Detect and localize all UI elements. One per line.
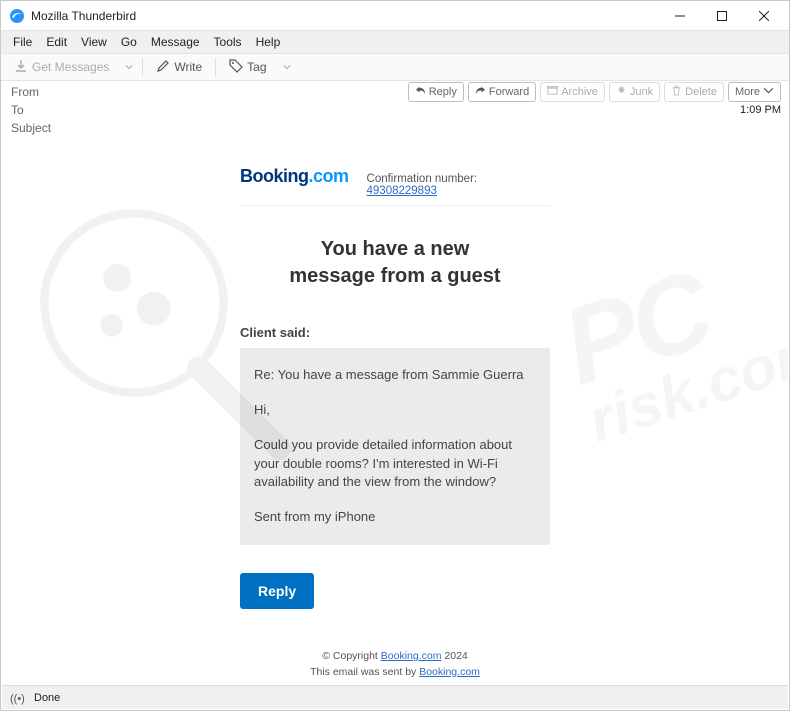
window-titlebar: Mozilla Thunderbird bbox=[1, 1, 789, 31]
email-card-header: Booking.com Confirmation number: 4930822… bbox=[240, 166, 550, 206]
write-label: Write bbox=[174, 60, 202, 74]
forward-icon bbox=[475, 85, 486, 99]
confirmation-link[interactable]: 49308229893 bbox=[367, 185, 437, 197]
guest-message-signature: Sent from my iPhone bbox=[254, 508, 536, 527]
get-messages-button[interactable]: Get Messages bbox=[7, 56, 116, 79]
archive-button[interactable]: Archive bbox=[540, 82, 605, 102]
reply-icon bbox=[415, 85, 426, 99]
message-body-pane[interactable]: PCrisk.com Booking.com Confirmation numb… bbox=[2, 151, 788, 684]
menubar: File Edit View Go Message Tools Help bbox=[1, 31, 789, 53]
download-icon bbox=[14, 59, 28, 76]
watermark-text: PCrisk.com bbox=[552, 227, 788, 449]
get-messages-dropdown[interactable] bbox=[122, 63, 136, 71]
footer-sent-link[interactable]: Booking.com bbox=[419, 666, 480, 678]
trash-icon bbox=[671, 85, 682, 99]
client-said-label: Client said: bbox=[240, 325, 550, 340]
more-button[interactable]: More bbox=[728, 82, 781, 102]
menu-edit[interactable]: Edit bbox=[40, 33, 73, 51]
booking-logo: Booking.com bbox=[240, 166, 349, 187]
maximize-button[interactable] bbox=[701, 2, 743, 30]
email-headline: You have a new message from a guest bbox=[240, 236, 550, 290]
menu-go[interactable]: Go bbox=[115, 33, 143, 51]
from-label: From bbox=[11, 85, 61, 99]
window-title: Mozilla Thunderbird bbox=[31, 9, 136, 23]
tag-icon bbox=[229, 59, 243, 76]
delete-button[interactable]: Delete bbox=[664, 82, 724, 102]
guest-message-subject: Re: You have a message from Sammie Guerr… bbox=[254, 366, 536, 385]
status-text: Done bbox=[34, 692, 60, 704]
forward-button[interactable]: Forward bbox=[468, 82, 536, 102]
thunderbird-icon bbox=[9, 8, 25, 24]
menu-tools[interactable]: Tools bbox=[208, 33, 248, 51]
confirmation-number: Confirmation number: 49308229893 bbox=[367, 173, 550, 197]
minimize-button[interactable] bbox=[659, 2, 701, 30]
footer-brand-link[interactable]: Booking.com bbox=[381, 650, 442, 662]
get-messages-label: Get Messages bbox=[32, 60, 109, 74]
svg-text:((•)): ((•)) bbox=[10, 693, 24, 705]
guest-message-body: Could you provide detailed information a… bbox=[254, 436, 536, 493]
main-toolbar: Get Messages Write Tag bbox=[1, 53, 789, 81]
guest-message-box: Re: You have a message from Sammie Guerr… bbox=[240, 348, 550, 545]
chevron-down-icon bbox=[763, 85, 774, 99]
tag-label: Tag bbox=[247, 60, 266, 74]
guest-message-greeting: Hi, bbox=[254, 401, 536, 420]
status-bar: ((•)) Done bbox=[2, 685, 788, 709]
message-time: 1:09 PM bbox=[740, 104, 781, 116]
close-button[interactable] bbox=[743, 2, 785, 30]
reply-button[interactable]: Reply bbox=[408, 82, 464, 102]
subject-label: Subject bbox=[11, 121, 61, 135]
junk-icon bbox=[616, 85, 627, 99]
pencil-icon bbox=[156, 59, 170, 76]
write-button[interactable]: Write bbox=[149, 56, 209, 79]
email-footer: © Copyright Booking.com 2024 This email … bbox=[240, 649, 550, 681]
tag-button[interactable]: Tag bbox=[222, 56, 273, 79]
archive-icon bbox=[547, 85, 558, 99]
menu-view[interactable]: View bbox=[75, 33, 113, 51]
activity-icon[interactable]: ((•)) bbox=[10, 691, 24, 705]
junk-button[interactable]: Junk bbox=[609, 82, 660, 102]
tag-dropdown[interactable] bbox=[280, 63, 294, 71]
menu-help[interactable]: Help bbox=[250, 33, 287, 51]
menu-message[interactable]: Message bbox=[145, 33, 206, 51]
menu-file[interactable]: File bbox=[7, 33, 38, 51]
email-reply-button[interactable]: Reply bbox=[240, 573, 314, 609]
to-label: To bbox=[11, 103, 61, 117]
message-header: From Reply Forward Archive Junk Delete bbox=[1, 81, 789, 141]
